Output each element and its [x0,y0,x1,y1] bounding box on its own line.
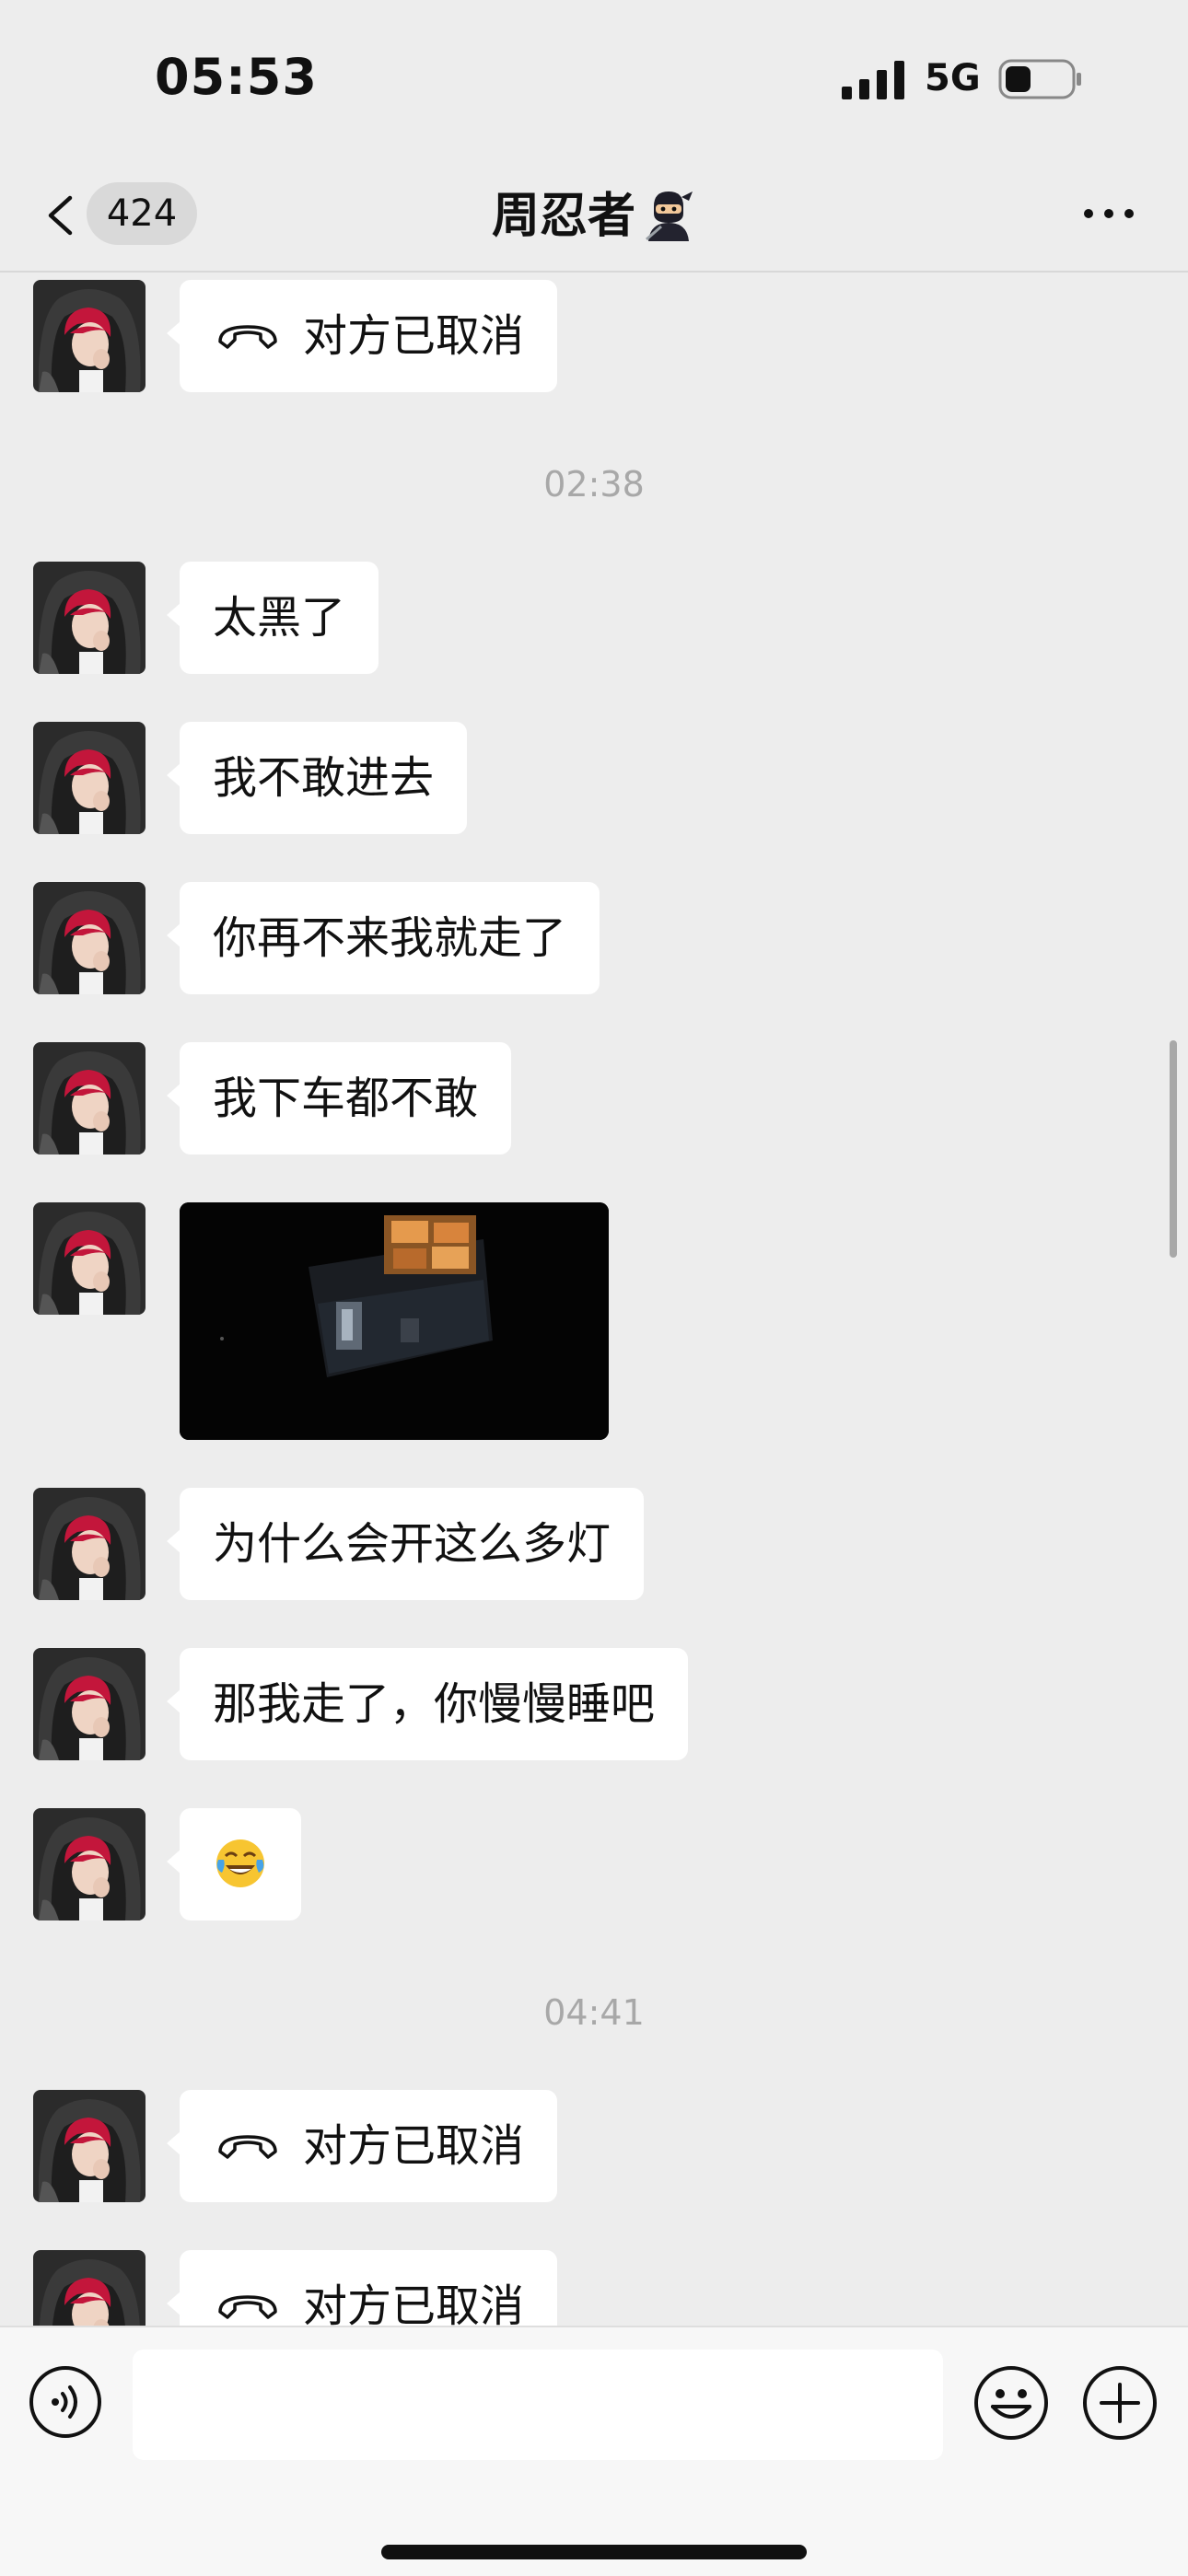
message-bubble[interactable]: 太黑了 [166,562,379,674]
call-status-text: 对方已取消 [303,2280,525,2326]
battery-icon [998,59,1081,99]
timestamp: 02:38 [543,464,645,505]
image-message[interactable] [180,1202,609,1440]
phone-hangup-icon [218,2135,277,2159]
message-bubble[interactable]: 你再不来我就走了 [166,882,600,994]
contact-name: 周忍者 [491,189,635,244]
network-type: 5G [925,57,981,99]
ninja-icon [646,191,693,241]
avatar[interactable] [33,722,146,834]
avatar[interactable] [33,1488,146,1600]
call-record-bubble[interactable]: 对方已取消 [166,280,558,392]
message-bubble[interactable]: 那我走了，你慢慢睡吧 [166,1648,689,1760]
message-bubble[interactable]: 我不敢进去 [166,722,468,834]
phone-hangup-icon [218,325,277,349]
message-bubble[interactable]: 为什么会开这么多灯 [166,1488,645,1600]
call-record-bubble[interactable]: 对方已取消 [166,2250,558,2326]
scrollbar[interactable] [1170,1040,1177,1258]
home-indicator[interactable] [381,2545,807,2559]
add-attachment-button[interactable] [1081,2364,1159,2442]
call-record-bubble[interactable]: 对方已取消 [166,2090,558,2202]
input-bar [0,2326,1188,2576]
avatar[interactable] [33,1808,146,1920]
avatar[interactable] [33,882,146,994]
status-time: 05:53 [155,48,318,106]
avatar[interactable] [33,2090,146,2202]
message-bubble[interactable]: 我下车都不敢 [166,1042,512,1155]
avatar[interactable] [33,1202,146,1315]
emoji-message-bubble[interactable] [167,1808,301,1920]
avatar[interactable] [33,1042,146,1155]
avatar[interactable] [33,280,146,392]
status-bar: 05:53 5G [0,0,1188,157]
avatar[interactable] [33,1648,146,1760]
chat-title: 周忍者 [0,177,1188,246]
message-list[interactable]: 对方已取消 02:38 太黑了 我不敢进去 你再不来我就走了 我下车都不敢 为什… [0,273,1188,2326]
timestamp: 04:41 [543,1992,645,2033]
message-input[interactable] [133,2350,943,2460]
tears-of-joy-emoji-icon [216,1839,264,1887]
avatar[interactable] [33,562,146,674]
emoji-picker-button[interactable] [973,2364,1050,2442]
cellular-signal-icon [842,61,904,99]
phone-hangup-icon [218,2295,277,2319]
night-photo [180,1202,609,1440]
voice-input-button[interactable] [28,2364,103,2440]
more-options-button[interactable] [1076,191,1142,236]
chat-header: 424 周忍者 [0,157,1188,273]
avatar[interactable] [33,2250,146,2326]
call-status-text: 对方已取消 [303,310,525,362]
call-status-text: 对方已取消 [303,2120,525,2172]
